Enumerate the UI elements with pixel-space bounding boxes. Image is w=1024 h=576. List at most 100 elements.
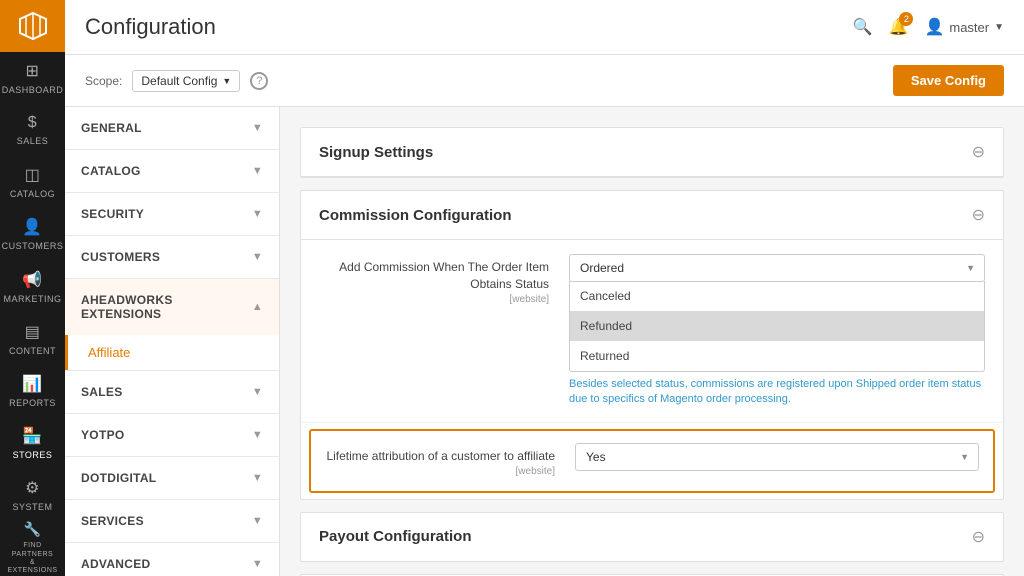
payout-config-section: Payout Configuration ⊖ [300,512,1004,562]
chevron-down-icon: ▼ [252,558,263,570]
sidebar-item-find-partners[interactable]: 🔧 FIND PARTNERS& EXTENSIONS [0,521,65,576]
nav-section-aheadworks: AHEADWORKS EXTENSIONS ▲ Affiliate [65,279,279,371]
payout-config-title: Payout Configuration [319,528,472,545]
sidebar-item-content[interactable]: ▤ CONTENT [0,313,65,365]
nav-section-header-services[interactable]: SERVICES ▼ [65,500,279,542]
right-panel: Signup Settings ⊖ Commission Configurati… [280,107,1024,576]
add-commission-content: Ordered Canceled Refunded [569,254,985,408]
chevron-down-icon: ▼ [252,472,263,484]
nav-section-header-catalog[interactable]: CATALOG ▼ [65,150,279,192]
topbar: Configuration 🔍 🔔 2 👤 master ▼ [65,0,1024,55]
scope-label: Scope: [85,74,122,88]
chevron-down-icon: ▼ [252,515,263,527]
page-title: Configuration [85,14,216,40]
sidebar-item-reports[interactable]: 📊 REPORTS [0,365,65,417]
sidebar-item-sales[interactable]: $ SALES [0,104,65,156]
dropdown-item-returned[interactable]: Returned [570,341,984,371]
chevron-down-icon: ▼ [252,165,263,177]
add-commission-label: Add Commission When The Order Item Obtai… [319,254,549,307]
sidebar-item-system[interactable]: ⚙ SYSTEM [0,469,65,521]
nav-section-header-aheadworks[interactable]: AHEADWORKS EXTENSIONS ▲ [65,279,279,335]
sidebar-item-catalog[interactable]: ◫ CATALOG [0,156,65,208]
search-icon[interactable]: 🔍 [853,17,873,37]
sidebar-item-marketing[interactable]: 📢 MARKETING [0,260,65,312]
user-icon: 👤 [924,17,944,37]
help-icon[interactable]: ? [250,72,268,90]
find-partners-icon: 🔧 [24,521,42,538]
collapse-icon: ⊖ [972,527,985,547]
lifetime-attribution-wrapper: Lifetime attribution of a customer to af… [301,423,1003,499]
nav-section-yotpo: YOTPO ▼ [65,414,279,457]
user-label: master [949,20,989,35]
nav-section-security: SECURITY ▼ [65,193,279,236]
nav-section-header-general[interactable]: GENERAL ▼ [65,107,279,149]
nav-section-general: GENERAL ▼ [65,107,279,150]
commission-config-body: Add Commission When The Order Item Obtai… [301,240,1003,499]
add-commission-select-wrapper: Ordered [569,254,985,282]
payout-config-header[interactable]: Payout Configuration ⊖ [301,513,1003,561]
user-menu-button[interactable]: 👤 master ▼ [924,17,1004,37]
sidebar-item-dashboard[interactable]: ⊞ DASHBOARD [0,52,65,104]
nav-section-header-yotpo[interactable]: YOTPO ▼ [65,414,279,456]
left-nav: GENERAL ▼ CATALOG ▼ SECURITY ▼ CUSTOMERS [65,107,280,576]
chevron-down-icon: ▼ [252,429,263,441]
signup-settings-title: Signup Settings [319,144,433,161]
add-commission-hint: Besides selected status, commissions are… [569,377,985,408]
content-area: GENERAL ▼ CATALOG ▼ SECURITY ▼ CUSTOMERS [65,107,1024,576]
nav-sub-item-affiliate[interactable]: Affiliate [65,335,279,370]
nav-section-header-advanced[interactable]: ADVANCED ▼ [65,543,279,576]
catalog-icon: ◫ [25,165,41,185]
nav-section-dotdigital: DOTDIGITAL ▼ [65,457,279,500]
customers-icon: 👤 [22,217,42,237]
scope-bar: Scope: Default Config ▼ ? Save Config [65,55,1024,107]
dropdown-item-canceled[interactable]: Canceled [570,281,984,311]
chevron-down-icon: ▼ [252,251,263,263]
nav-section-services: SERVICES ▼ [65,500,279,543]
commission-config-section: Commission Configuration ⊖ Add Commissio… [300,190,1004,500]
marketing-icon: 📢 [22,270,42,290]
system-icon: ⚙ [25,478,40,498]
nav-section-header-dotdigital[interactable]: DOTDIGITAL ▼ [65,457,279,499]
collapse-icon: ⊖ [972,142,985,162]
nav-section-advanced: ADVANCED ▼ [65,543,279,576]
lifetime-attribution-row: Lifetime attribution of a customer to af… [309,429,995,493]
chevron-down-icon: ▼ [252,386,263,398]
nav-section-header-sales[interactable]: SALES ▼ [65,371,279,413]
sidebar-logo[interactable] [0,0,65,52]
lifetime-attribution-select[interactable]: Yes No [575,443,979,471]
scope-chevron-icon: ▼ [222,76,231,86]
nav-section-header-customers[interactable]: CUSTOMERS ▼ [65,236,279,278]
lifetime-attribution-label: Lifetime attribution of a customer to af… [325,443,555,479]
chevron-down-icon: ▼ [252,122,263,134]
scope-dropdown[interactable]: Default Config ▼ [132,70,240,92]
add-commission-row: Add Commission When The Order Item Obtai… [301,240,1003,423]
dropdown-item-refunded[interactable]: Refunded [570,311,984,341]
notifications-button[interactable]: 🔔 2 [889,17,909,37]
dashboard-icon: ⊞ [26,61,40,81]
nav-section-header-security[interactable]: SECURITY ▼ [65,193,279,235]
sidebar-item-customers[interactable]: 👤 CUSTOMERS [0,208,65,260]
commission-config-title: Commission Configuration [319,207,512,224]
lifetime-attribution-content: Yes No [575,443,979,471]
signup-settings-header[interactable]: Signup Settings ⊖ [301,128,1003,177]
add-commission-select[interactable]: Ordered [569,254,985,282]
reports-icon: 📊 [22,374,42,394]
signup-settings-section: Signup Settings ⊖ [300,127,1004,178]
notification-badge: 2 [899,12,913,26]
commission-config-header[interactable]: Commission Configuration ⊖ [301,191,1003,240]
main-area: Configuration 🔍 🔔 2 👤 master ▼ Scope: De… [65,0,1024,576]
scope-value: Default Config [141,74,217,88]
sales-icon: $ [28,114,37,132]
chevron-up-icon: ▲ [252,301,263,313]
save-config-button[interactable]: Save Config [893,65,1004,96]
nav-section-sales: SALES ▼ [65,371,279,414]
collapse-icon: ⊖ [972,205,985,225]
content-icon: ▤ [25,322,41,342]
topbar-right: 🔍 🔔 2 👤 master ▼ [853,17,1004,37]
nav-section-customers: CUSTOMERS ▼ [65,236,279,279]
stores-icon: 🏪 [22,426,42,446]
sidebar: ⊞ DASHBOARD $ SALES ◫ CATALOG 👤 CUSTOMER… [0,0,65,576]
deduct-commission-dropdown: Canceled Refunded Returned [569,281,985,372]
user-dropdown-icon: ▼ [994,22,1004,33]
sidebar-item-stores[interactable]: 🏪 STORES [0,417,65,469]
